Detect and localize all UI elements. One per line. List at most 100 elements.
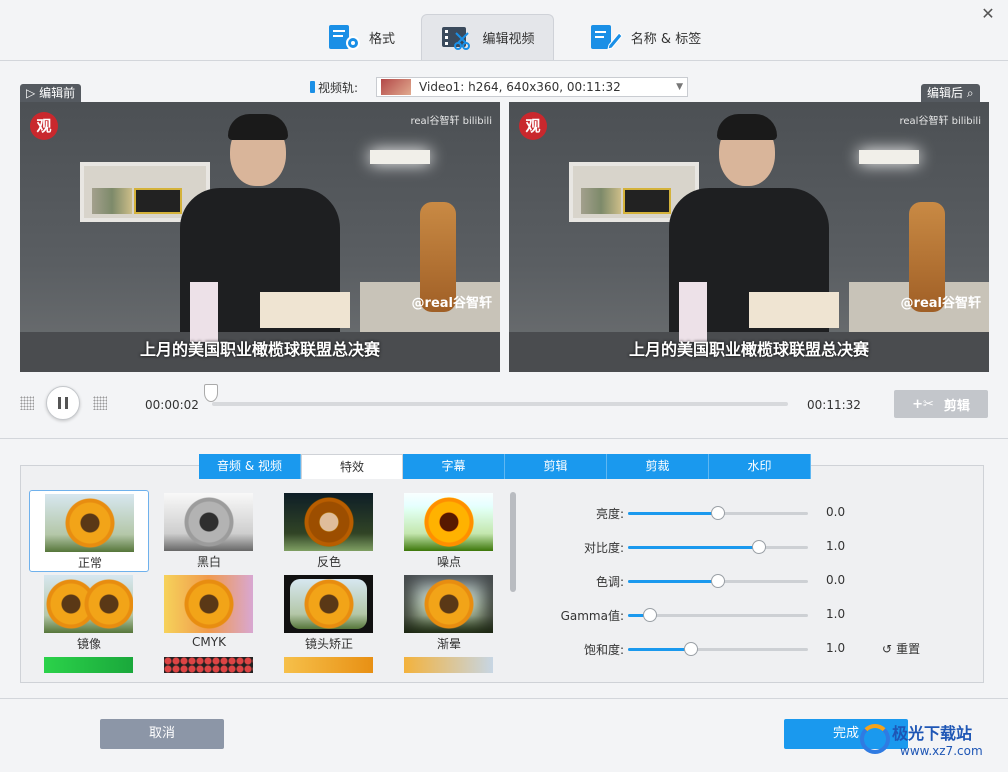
video-watermark: real谷智轩 bilibili xyxy=(410,116,493,127)
video-edit-icon xyxy=(442,26,471,50)
rename-tag-icon xyxy=(590,25,623,50)
brightness-slider[interactable]: 亮度: 0.0 xyxy=(540,503,860,523)
slider-track[interactable] xyxy=(628,648,808,651)
effect-thumbnail xyxy=(164,575,253,633)
subtab-audio-video[interactable]: 音频 & 视频 xyxy=(199,454,301,479)
subtab-effects[interactable]: 特效 xyxy=(301,454,403,479)
track-selector: 视频轨: Video1: h264, 640x360, 00:11:32 ▼ xyxy=(310,76,689,98)
effect-thumbnail xyxy=(404,575,493,633)
video-frame xyxy=(509,102,989,372)
track-label: 视频轨: xyxy=(310,79,358,96)
slider-value: 1.0 xyxy=(826,607,846,621)
effects-scrollbar[interactable] xyxy=(510,492,516,592)
frame-forward-icon[interactable] xyxy=(93,396,107,410)
format-settings-icon xyxy=(328,25,360,50)
cut-button-label: 剪辑 xyxy=(943,398,970,414)
channel-logo: 观 xyxy=(30,112,58,140)
saturation-slider[interactable]: 饱和度: 1.0 xyxy=(540,639,860,659)
slider-label: 色调: xyxy=(595,575,624,589)
slider-track[interactable] xyxy=(628,546,808,549)
tab-rename-tag[interactable]: 名称 & 标签 xyxy=(575,14,715,60)
hue-slider[interactable]: 色调: 0.0 xyxy=(540,571,860,591)
effect-black-white[interactable]: 黑白 xyxy=(149,490,269,572)
effect-cmyk[interactable]: CMYK xyxy=(149,572,269,654)
before-label: ▷ 编辑前 xyxy=(20,84,82,102)
subtab-crop[interactable]: 剪裁 xyxy=(607,454,709,479)
slider-fill xyxy=(628,512,718,515)
tab-format-label: 格式 xyxy=(368,31,395,47)
slider-knob[interactable] xyxy=(711,506,725,520)
effect-thumbnail xyxy=(44,575,133,633)
effect-thumbnail-partial[interactable] xyxy=(404,657,493,673)
effect-label: 反色 xyxy=(316,555,341,569)
slider-value: 1.0 xyxy=(826,641,846,655)
cut-button[interactable]: +✂ 剪辑 xyxy=(894,390,988,418)
slider-knob[interactable] xyxy=(684,642,698,656)
after-label-text: 编辑后 xyxy=(927,86,964,100)
effect-noise[interactable]: 噪点 xyxy=(389,490,509,572)
site-watermark: 极光下载站 www.xz7.com xyxy=(860,720,1000,768)
effect-thumbnail-partial[interactable] xyxy=(164,657,253,673)
subtab-watermark[interactable]: 水印 xyxy=(709,454,811,479)
track-dropdown-value: Video1: h264, 640x360, 00:11:32 xyxy=(419,80,621,94)
pause-icon-bar xyxy=(65,397,68,409)
site-watermark-title: 极光下载站 xyxy=(892,724,973,743)
pause-button[interactable] xyxy=(46,386,80,420)
effect-thumbnail-partial[interactable] xyxy=(44,657,133,673)
video-thumbnail xyxy=(381,79,412,95)
reset-button[interactable]: ↺ 重置 xyxy=(882,640,920,657)
pause-icon xyxy=(58,397,61,409)
slider-knob[interactable] xyxy=(752,540,767,554)
video-handle: @real谷智轩 xyxy=(900,296,981,311)
before-preview: 观 real谷智轩 bilibili @real谷智轩 上月的美国职业橄榄球联盟… xyxy=(20,102,500,372)
tab-rename-tag-label: 名称 & 标签 xyxy=(630,31,702,47)
timeline-track[interactable] xyxy=(212,402,788,406)
subtab-subtitles[interactable]: 字幕 xyxy=(403,454,505,479)
magnifier-icon: ⌕ xyxy=(966,86,974,100)
total-time: 00:11:32 xyxy=(807,398,861,412)
effect-thumbnail-partial[interactable] xyxy=(284,657,373,673)
before-label-text: 编辑前 xyxy=(39,86,76,100)
effect-thumbnail xyxy=(164,493,253,551)
contrast-slider[interactable]: 对比度: 1.0 xyxy=(540,537,860,557)
slider-label: Gamma值: xyxy=(560,609,624,623)
frame-back-icon[interactable] xyxy=(20,396,34,410)
effect-label: 黑白 xyxy=(196,555,221,569)
divider xyxy=(0,698,1008,699)
track-icon xyxy=(310,81,315,93)
tab-edit-video-label: 编辑视频 xyxy=(482,32,535,47)
effect-lens-correction[interactable]: 镜头矫正 xyxy=(269,572,389,654)
slider-knob[interactable] xyxy=(711,574,725,588)
effect-vignette[interactable]: 渐晕 xyxy=(389,572,509,654)
site-logo-icon xyxy=(860,724,890,754)
tab-format[interactable]: 格式 xyxy=(306,14,416,60)
gamma-slider[interactable]: Gamma值: 1.0 xyxy=(540,605,860,625)
effect-thumbnail xyxy=(404,493,493,551)
effect-thumbnail xyxy=(284,575,373,633)
subtab-trim[interactable]: 剪辑 xyxy=(505,454,607,479)
channel-logo: 观 xyxy=(519,112,547,140)
video-subtitle: 上月的美国职业橄榄球联盟总决赛 xyxy=(628,340,869,359)
slider-value: 0.0 xyxy=(826,505,846,519)
video-watermark: real谷智轩 bilibili xyxy=(899,116,982,127)
cancel-button[interactable]: 取消 xyxy=(100,719,224,749)
close-icon[interactable]: ✕ xyxy=(978,4,998,24)
slider-value: 1.0 xyxy=(826,539,846,553)
effect-invert[interactable]: 反色 xyxy=(269,490,389,572)
effect-label: 渐晕 xyxy=(436,637,461,651)
add-scissors-icon: +✂ xyxy=(912,396,934,412)
effect-label: CMYK xyxy=(192,635,226,649)
after-preview: 观 real谷智轩 bilibili @real谷智轩 上月的美国职业橄榄球联盟… xyxy=(509,102,989,372)
slider-fill xyxy=(628,648,691,651)
timeline-handle[interactable] xyxy=(204,384,218,402)
after-label[interactable]: 编辑后 ⌕ xyxy=(921,84,980,102)
reset-label: 重置 xyxy=(896,642,921,656)
track-dropdown[interactable]: Video1: h264, 640x360, 00:11:32 ▼ xyxy=(376,77,689,97)
chevron-down-icon: ▼ xyxy=(676,82,684,92)
effect-mirror[interactable]: 镜像 xyxy=(29,572,149,654)
play-outline-icon: ▷ xyxy=(26,86,36,100)
tab-edit-video[interactable]: 编辑视频 xyxy=(421,14,554,60)
effect-normal[interactable]: 正常 xyxy=(29,490,149,572)
video-frame xyxy=(20,102,500,372)
slider-knob[interactable] xyxy=(642,608,657,622)
